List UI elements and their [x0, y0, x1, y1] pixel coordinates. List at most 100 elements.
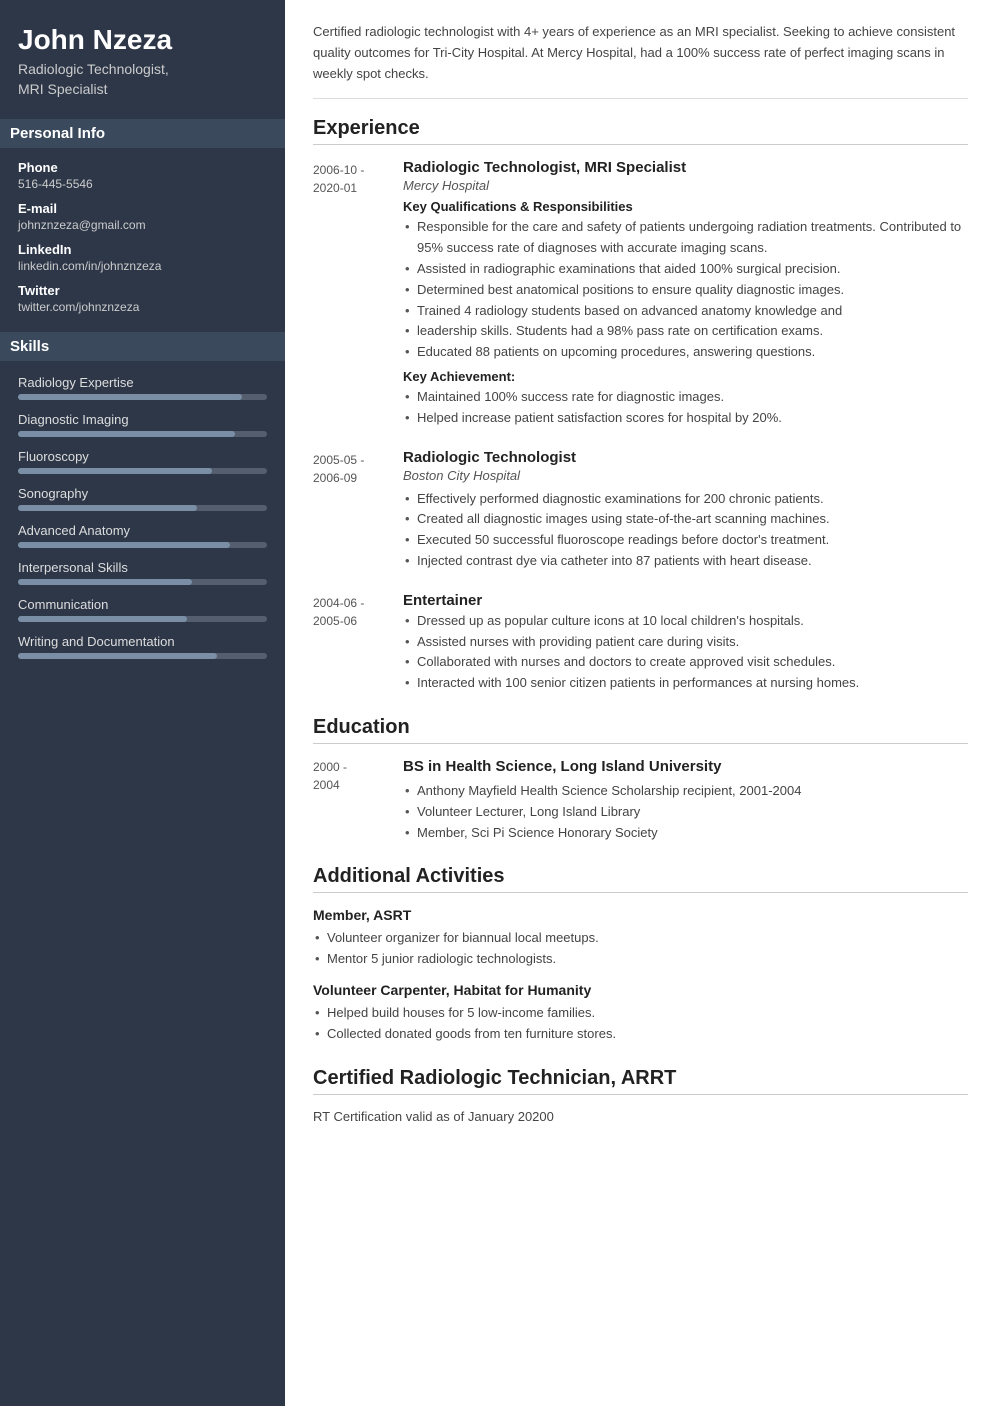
- job3-bullet: Dressed up as popular culture icons at 1…: [403, 611, 968, 632]
- skill-bar-fill: [18, 579, 192, 585]
- skill-item: Advanced Anatomy: [18, 523, 267, 548]
- skill-label: Advanced Anatomy: [18, 523, 267, 538]
- skill-label: Radiology Expertise: [18, 375, 267, 390]
- cert-section: Certified Radiologic Technician, ARRT RT…: [313, 1067, 968, 1124]
- candidate-name: John Nzeza: [18, 24, 267, 56]
- job-entry-1: 2006-10 -2020-01 Radiologic Technologist…: [313, 159, 968, 428]
- ach-bullet: Helped increase patient satisfaction sco…: [403, 408, 968, 429]
- personal-info-heading: Personal Info: [0, 119, 285, 148]
- education-section: Education 2000 -2004 BS in Health Scienc…: [313, 716, 968, 843]
- activity-bullet: Volunteer organizer for biannual local m…: [313, 928, 968, 949]
- skill-bar-fill: [18, 616, 187, 622]
- job2-bullet: Created all diagnostic images using stat…: [403, 509, 968, 530]
- skills-list: Radiology Expertise Diagnostic Imaging Flu…: [18, 375, 267, 659]
- skills-heading: Skills: [0, 332, 285, 361]
- linkedin-label: LinkedIn: [18, 242, 267, 257]
- job-content-1: Radiologic Technologist, MRI Specialist …: [403, 159, 968, 428]
- cert-heading: Certified Radiologic Technician, ARRT: [313, 1067, 968, 1095]
- job-content-3: Entertainer Dressed up as popular cultur…: [403, 592, 968, 694]
- edu-content-1: BS in Health Science, Long Island Univer…: [403, 758, 968, 843]
- job-company-2: Boston City Hospital: [403, 468, 968, 483]
- skill-bar-fill: [18, 505, 197, 511]
- experience-section: Experience 2006-10 -2020-01 Radiologic T…: [313, 117, 968, 694]
- edu-bullet: Member, Sci Pi Science Honorary Society: [403, 823, 968, 844]
- edu-bullet: Anthony Mayfield Health Science Scholars…: [403, 781, 968, 802]
- key-ach-label-1: Key Achievement:: [403, 369, 968, 384]
- skill-item: Writing and Documentation: [18, 634, 267, 659]
- skill-bar-bg: [18, 394, 267, 400]
- qual-bullet: Responsible for the care and safety of p…: [403, 217, 968, 259]
- job-company-1: Mercy Hospital: [403, 178, 968, 193]
- skill-item: Diagnostic Imaging: [18, 412, 267, 437]
- ach-bullets-1: Maintained 100% success rate for diagnos…: [403, 387, 968, 429]
- skill-label: Sonography: [18, 486, 267, 501]
- main-content: Certified radiologic technologist with 4…: [285, 0, 996, 1406]
- activity-bullets-2: Helped build houses for 5 low-income fam…: [313, 1003, 968, 1045]
- skill-item: Sonography: [18, 486, 267, 511]
- edu-entry-1: 2000 -2004 BS in Health Science, Long Is…: [313, 758, 968, 843]
- skill-label: Writing and Documentation: [18, 634, 267, 649]
- job-dates-3: 2004-06 -2005-06: [313, 592, 403, 694]
- email-label: E-mail: [18, 201, 267, 216]
- job-content-2: Radiologic Technologist Boston City Hosp…: [403, 449, 968, 572]
- skill-bar-bg: [18, 542, 267, 548]
- skill-label: Fluoroscopy: [18, 449, 267, 464]
- qual-bullet: Trained 4 radiology students based on ad…: [403, 301, 968, 322]
- job3-bullet: Collaborated with nurses and doctors to …: [403, 652, 968, 673]
- skill-bar-fill: [18, 431, 235, 437]
- skill-bar-bg: [18, 579, 267, 585]
- edu-bullet: Volunteer Lecturer, Long Island Library: [403, 802, 968, 823]
- job-title-1: Radiologic Technologist, MRI Specialist: [403, 159, 968, 176]
- linkedin-value: linkedin.com/in/johnznzeza: [18, 259, 267, 273]
- phone-label: Phone: [18, 160, 267, 175]
- candidate-title: Radiologic Technologist,MRI Specialist: [18, 60, 267, 99]
- job2-bullet: Injected contrast dye via catheter into …: [403, 551, 968, 572]
- job-entry-2: 2005-05 -2006-09 Radiologic Technologist…: [313, 449, 968, 572]
- job2-bullets: Effectively performed diagnostic examina…: [403, 489, 968, 572]
- job-dates-2: 2005-05 -2006-09: [313, 449, 403, 572]
- activity-1: Member, ASRT Volunteer organizer for bia…: [313, 907, 968, 970]
- skill-bar-bg: [18, 431, 267, 437]
- skill-item: Communication: [18, 597, 267, 622]
- skill-bar-fill: [18, 468, 212, 474]
- edu-bullets-1: Anthony Mayfield Health Science Scholars…: [403, 781, 968, 843]
- activity-bullet: Mentor 5 junior radiologic technologists…: [313, 949, 968, 970]
- skill-bar-bg: [18, 468, 267, 474]
- skill-label: Communication: [18, 597, 267, 612]
- activity-2: Volunteer Carpenter, Habitat for Humanit…: [313, 982, 968, 1045]
- twitter-label: Twitter: [18, 283, 267, 298]
- skill-item: Radiology Expertise: [18, 375, 267, 400]
- qual-bullet: Assisted in radiographic examinations th…: [403, 259, 968, 280]
- qual-bullets-1: Responsible for the care and safety of p…: [403, 217, 968, 363]
- skill-bar-fill: [18, 542, 230, 548]
- edu-dates-1: 2000 -2004: [313, 758, 403, 843]
- qual-bullet: leadership skills. Students had a 98% pa…: [403, 321, 968, 342]
- skill-bar-fill: [18, 394, 242, 400]
- edu-degree-1: BS in Health Science, Long Island Univer…: [403, 758, 968, 775]
- activity-bullets-1: Volunteer organizer for biannual local m…: [313, 928, 968, 970]
- activity-bullet: Collected donated goods from ten furnitu…: [313, 1024, 968, 1045]
- education-heading: Education: [313, 716, 968, 744]
- job3-bullet: Assisted nurses with providing patient c…: [403, 632, 968, 653]
- job3-bullet: Interacted with 100 senior citizen patie…: [403, 673, 968, 694]
- summary-text: Certified radiologic technologist with 4…: [313, 22, 968, 99]
- activities-section: Additional Activities Member, ASRT Volun…: [313, 865, 968, 1044]
- skill-bar-bg: [18, 505, 267, 511]
- qual-bullet: Determined best anatomical positions to …: [403, 280, 968, 301]
- activity-title-2: Volunteer Carpenter, Habitat for Humanit…: [313, 982, 968, 998]
- sidebar: John Nzeza Radiologic Technologist,MRI S…: [0, 0, 285, 1406]
- skill-bar-fill: [18, 653, 217, 659]
- job3-bullets: Dressed up as popular culture icons at 1…: [403, 611, 968, 694]
- job2-bullet: Executed 50 successful fluoroscope readi…: [403, 530, 968, 551]
- job-entry-3: 2004-06 -2005-06 Entertainer Dressed up …: [313, 592, 968, 694]
- job2-bullet: Effectively performed diagnostic examina…: [403, 489, 968, 510]
- ach-bullet: Maintained 100% success rate for diagnos…: [403, 387, 968, 408]
- email-value: johnznzeza@gmail.com: [18, 218, 267, 232]
- job-title-2: Radiologic Technologist: [403, 449, 968, 466]
- job-title-3: Entertainer: [403, 592, 968, 609]
- experience-heading: Experience: [313, 117, 968, 145]
- phone-value: 516-445-5546: [18, 177, 267, 191]
- key-qual-label-1: Key Qualifications & Responsibilities: [403, 199, 968, 214]
- qual-bullet: Educated 88 patients on upcoming procedu…: [403, 342, 968, 363]
- skill-bar-bg: [18, 653, 267, 659]
